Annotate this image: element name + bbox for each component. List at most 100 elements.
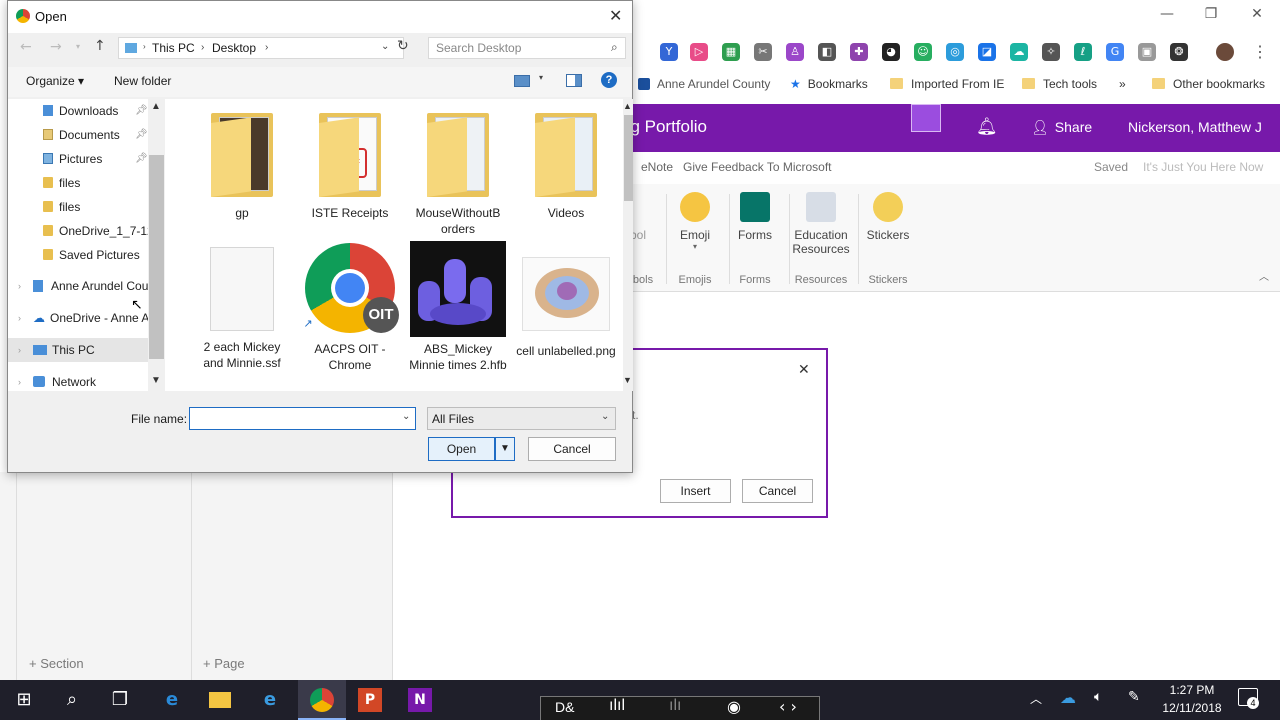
bookmark-item[interactable]: Anne Arundel County <box>638 74 770 94</box>
breadcrumb-this-pc[interactable]: This PC <box>152 41 195 55</box>
address-bar[interactable]: › This PC › Desktop › ⌄ <box>118 37 404 59</box>
expand-icon[interactable]: › <box>18 313 21 323</box>
restore-button[interactable]: ❐ <box>1188 6 1234 24</box>
refresh-button[interactable]: ↻ <box>397 38 409 54</box>
edge-icon[interactable]: e <box>160 688 184 712</box>
scroll-up-icon[interactable]: ▲ <box>623 101 632 111</box>
extension-icon[interactable]: Y <box>660 43 678 61</box>
back-button[interactable]: ← <box>20 39 32 55</box>
scroll-thumb[interactable] <box>149 155 164 359</box>
extension-icon[interactable]: ☁ <box>1010 43 1028 61</box>
file-explorer-icon[interactable] <box>208 688 232 712</box>
extension-icon[interactable]: ◪ <box>978 43 996 61</box>
record-tool-icon[interactable]: D& <box>555 699 574 715</box>
chrome-taskbar-item[interactable] <box>298 680 346 720</box>
share-button[interactable]: 👤︎ Share <box>1031 119 1092 136</box>
extension-icon[interactable]: ◧ <box>818 43 836 61</box>
add-page-button[interactable]: + Page <box>203 656 245 671</box>
search-icon[interactable]: ⌕ <box>60 688 84 712</box>
recent-locations-icon[interactable]: ▾ <box>76 42 80 51</box>
folder-item[interactable]: MouseWithoutB orders <box>408 113 508 237</box>
clock-date[interactable]: 12/11/2018 <box>1158 701 1226 715</box>
nav-item-saved-pictures[interactable]: Saved Pictures <box>43 243 155 267</box>
expand-icon[interactable]: › <box>18 377 21 387</box>
nav-item-downloads[interactable]: Downloads 📌︎ <box>43 99 155 123</box>
extension-icon[interactable]: ◎ <box>946 43 964 61</box>
extension-icon[interactable]: G <box>1106 43 1124 61</box>
action-center-icon[interactable]: 4 <box>1238 688 1259 709</box>
notification-bell-icon[interactable]: 🔔︎ <box>976 117 998 137</box>
nav-item-anne-arundel[interactable]: Anne Arundel Cou <box>33 274 155 298</box>
files-scrollbar[interactable]: ▲ ▼ <box>623 99 633 391</box>
extension-icon[interactable]: ▦ <box>722 43 740 61</box>
bookmarks-overflow-button[interactable]: » <box>1119 74 1126 94</box>
bookmark-folder[interactable]: Tech tools <box>1022 74 1097 94</box>
onenote-icon[interactable]: N <box>408 688 432 712</box>
volume-icon[interactable]: 🔈︎ <box>1094 689 1102 705</box>
extension-icon[interactable]: ♙ <box>786 43 804 61</box>
nav-item-files[interactable]: files <box>43 171 155 195</box>
extension-icon[interactable]: ✧ <box>1042 43 1060 61</box>
forward-button[interactable]: → <box>50 39 62 55</box>
filename-input[interactable]: ⌄ <box>189 407 416 430</box>
code-icon[interactable]: ‹ › <box>779 697 797 716</box>
extension-icon[interactable]: ▣ <box>1138 43 1156 61</box>
extension-icon[interactable]: ✚ <box>850 43 868 61</box>
bookmark-item[interactable]: ★ Bookmarks <box>790 74 868 94</box>
bookmark-folder[interactable]: Other bookmarks <box>1152 74 1265 94</box>
tab-feedback[interactable]: Give Feedback To Microsoft <box>683 160 832 174</box>
extension-icon[interactable]: ✂ <box>754 43 772 61</box>
chevron-down-icon[interactable]: ⌄ <box>402 411 410 422</box>
nav-item-files[interactable]: files <box>43 195 155 219</box>
help-icon[interactable]: ? <box>601 72 617 88</box>
organize-button[interactable]: Organize ▾ <box>26 74 84 88</box>
chrome-menu-icon[interactable]: ⋮ <box>1252 42 1268 62</box>
extension-icon[interactable]: ◕ <box>882 43 900 61</box>
extension-icon[interactable]: ❂ <box>1170 43 1188 61</box>
open-button[interactable]: Open <box>428 437 495 461</box>
nav-item-this-pc[interactable]: This PC <box>33 338 155 362</box>
scroll-down-icon[interactable]: ▼ <box>623 375 632 385</box>
folder-item[interactable]: PDF ISTE Receipts <box>300 113 400 221</box>
folder-item[interactable]: Videos <box>516 113 616 221</box>
cancel-button[interactable]: Cancel <box>528 437 616 461</box>
profile-avatar[interactable] <box>1216 43 1234 61</box>
preview-pane-icon[interactable] <box>566 74 582 87</box>
broadcast-icon[interactable]: ◉ <box>727 697 741 716</box>
extension-icon[interactable]: ℓ <box>1074 43 1092 61</box>
up-button[interactable]: ↑ <box>94 38 106 54</box>
scroll-up-icon[interactable]: ▲ <box>151 101 161 112</box>
file-item[interactable]: ABS_Mickey Minnie times 2.hfb <box>408 241 508 373</box>
close-icon[interactable]: ✕ <box>798 362 810 378</box>
recording-toolbar[interactable]: D& ılıl ılı ◉ ‹ › <box>540 696 820 720</box>
breadcrumb-desktop[interactable]: Desktop <box>212 41 256 55</box>
powerpoint-icon[interactable]: P <box>358 688 382 712</box>
onedrive-tray-icon[interactable]: ☁ <box>1060 688 1076 707</box>
nav-item-pictures[interactable]: Pictures 📌︎ <box>43 147 155 171</box>
extension-icon[interactable]: ☺ <box>914 43 932 61</box>
pen-icon[interactable]: ✎ <box>1128 689 1140 705</box>
nav-item-documents[interactable]: Documents 📌︎ <box>43 123 155 147</box>
audio-level-icon[interactable]: ılı <box>669 697 681 715</box>
show-hidden-icons[interactable]: ︿ <box>1030 690 1042 707</box>
chevron-down-icon[interactable]: ⌄ <box>601 411 609 422</box>
task-view-icon[interactable]: ❐ <box>108 688 132 712</box>
cancel-insert-button[interactable]: Cancel <box>742 479 813 503</box>
nav-item-onedrive-folder[interactable]: OneDrive_1_7-12 <box>43 219 155 243</box>
education-resources-button[interactable]: Education Resources <box>785 184 857 256</box>
expand-icon[interactable]: › <box>18 345 21 355</box>
open-options-button[interactable]: ▼ <box>495 437 515 461</box>
clock-time[interactable]: 1:27 PM <box>1162 683 1222 697</box>
folder-item[interactable]: gp <box>192 113 292 221</box>
tab-onenote[interactable]: eNote <box>641 160 673 174</box>
file-item[interactable]: cell unlabelled.png <box>516 257 616 359</box>
internet-explorer-icon[interactable]: e <box>258 688 282 712</box>
filetype-select[interactable]: All Files ⌄ <box>427 407 616 430</box>
insert-button[interactable]: Insert <box>660 479 731 503</box>
view-menu-arrow[interactable]: ▾ <box>539 73 543 82</box>
audio-icon[interactable]: ılıl <box>609 697 625 715</box>
app-launcher-icon[interactable] <box>911 104 941 132</box>
scroll-thumb[interactable] <box>624 115 633 201</box>
scroll-down-icon[interactable]: ▼ <box>151 375 161 386</box>
minimize-button[interactable]: — <box>1144 6 1190 24</box>
